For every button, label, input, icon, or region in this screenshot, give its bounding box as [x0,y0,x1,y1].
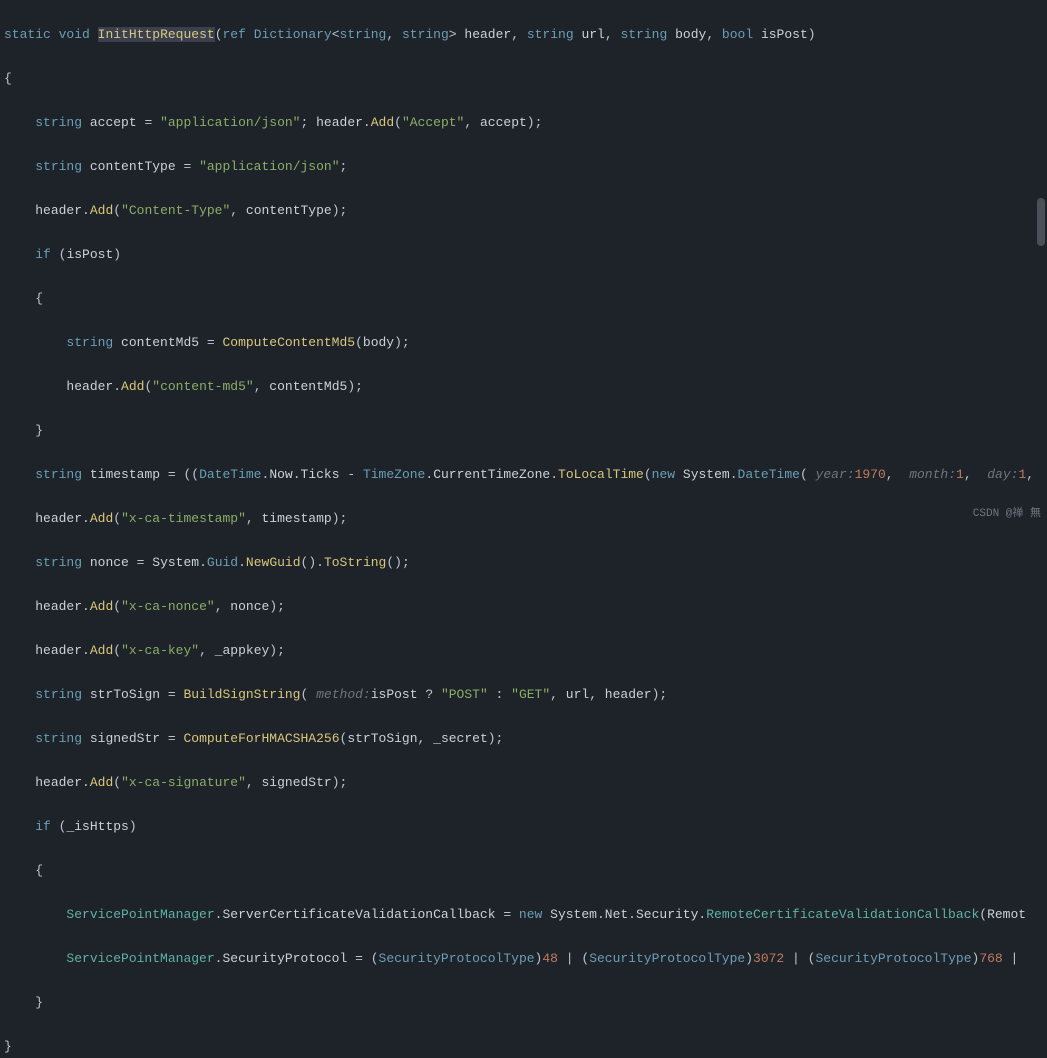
line: if (isPost) [4,244,1047,266]
line: } [4,420,1047,442]
line: static void InitHttpRequest(ref Dictiona… [4,24,1047,46]
line: header.Add("x-ca-key", _appkey); [4,640,1047,662]
line: string signedStr = ComputeForHMACSHA256(… [4,728,1047,750]
scrollbar-thumb[interactable] [1037,198,1045,246]
line: if (_isHttps) [4,816,1047,838]
line: string contentType = "application/json"; [4,156,1047,178]
line: header.Add("Content-Type", contentType); [4,200,1047,222]
line: { [4,860,1047,882]
line: header.Add("x-ca-timestamp", timestamp); [4,508,1047,530]
line: { [4,68,1047,90]
line: ServicePointManager.SecurityProtocol = (… [4,948,1047,970]
line: header.Add("x-ca-nonce", nonce); [4,596,1047,618]
line: { [4,288,1047,310]
watermark: CSDN @禅 無 [973,503,1041,525]
line: string timestamp = ((DateTime.Now.Ticks … [4,464,1047,486]
line: string nonce = System.Guid.NewGuid().ToS… [4,552,1047,574]
line: } [4,1036,1047,1058]
line: header.Add("content-md5", contentMd5); [4,376,1047,398]
method-name: InitHttpRequest [98,27,215,42]
code-editor[interactable]: static void InitHttpRequest(ref Dictiona… [0,0,1047,1058]
line: ServicePointManager.ServerCertificateVal… [4,904,1047,926]
line: string accept = "application/json"; head… [4,112,1047,134]
line: header.Add("x-ca-signature", signedStr); [4,772,1047,794]
line: string strToSign = BuildSignString( meth… [4,684,1047,706]
line: string contentMd5 = ComputeContentMd5(bo… [4,332,1047,354]
line: } [4,992,1047,1014]
